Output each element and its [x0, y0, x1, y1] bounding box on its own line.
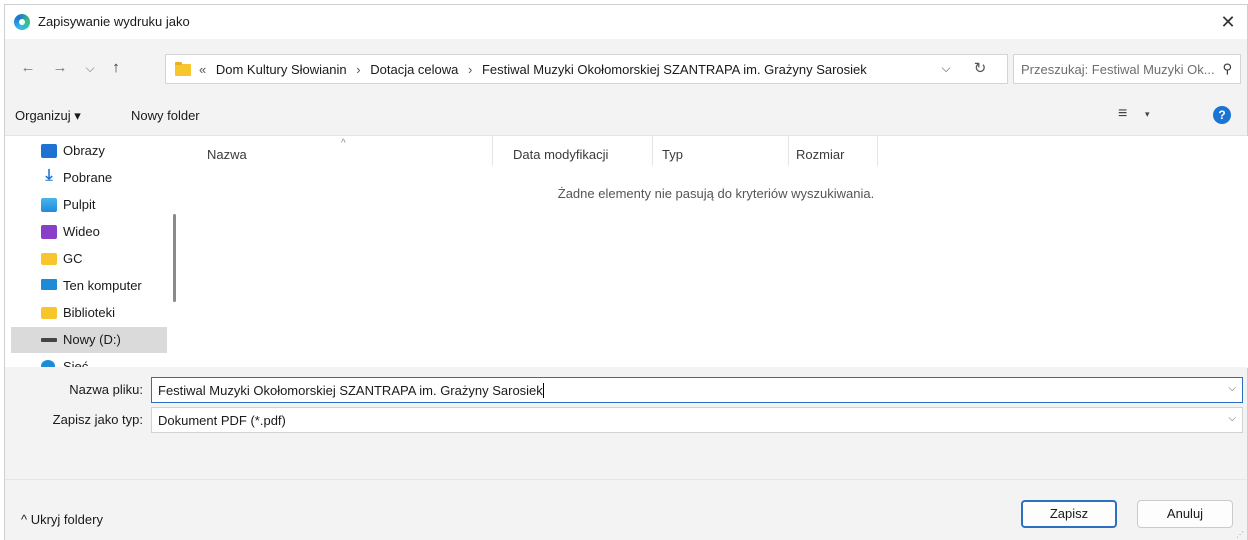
folder-icon [175, 62, 191, 76]
content-area: Obrazy ⤓ Pobrane Pulpit Wideo GC Ten kom… [5, 135, 1248, 368]
column-divider[interactable] [492, 136, 493, 166]
search-box[interactable]: Przeszukaj: Festiwal Muzyki Ok... ⚲ [1013, 54, 1241, 84]
sidebar-item-label: Pulpit [63, 197, 96, 212]
filetype-label: Zapisz jako typ: [52, 412, 143, 427]
folder-icon [41, 253, 57, 265]
search-input[interactable]: Przeszukaj: Festiwal Muzyki Ok... [1021, 62, 1215, 77]
save-dialog: Zapisywanie wydruku jako ✕ ← → ⌵ ↑ « Dom… [4, 4, 1248, 540]
filename-label: Nazwa pliku: [69, 382, 143, 397]
sidebar-item-label: Biblioteki [63, 305, 116, 320]
breadcrumb: « Dom Kultury Słowianin › Dotacja celowa… [199, 62, 873, 77]
sidebar-item-label: Pobrane [63, 170, 113, 185]
filename-value-wrap: Festiwal Muzyki Okołomorskiej SZANTRAPA … [158, 383, 544, 398]
new-folder-button[interactable]: Nowy folder [131, 108, 200, 123]
up-arrow-icon[interactable]: ↑ [105, 57, 127, 79]
computer-icon [41, 279, 57, 290]
sidebar-item-label: Nowy (D:) [63, 332, 121, 347]
breadcrumb-item[interactable]: Dotacja celowa [370, 62, 458, 77]
column-divider[interactable] [788, 136, 789, 166]
save-form: Nazwa pliku: Festiwal Muzyki Okołomorski… [5, 367, 1247, 479]
organize-button[interactable]: Organizuj ▾ [15, 108, 81, 124]
column-divider[interactable] [877, 136, 878, 166]
sidebar-item-pulpit[interactable]: Pulpit [11, 192, 167, 218]
window-title: Zapisywanie wydruku jako [38, 14, 190, 29]
filetype-value: Dokument PDF (*.pdf) [158, 413, 286, 428]
back-arrow-icon[interactable]: ← [17, 57, 39, 79]
sidebar-item-obrazy[interactable]: Obrazy [11, 138, 167, 164]
help-icon[interactable]: ? [1213, 106, 1231, 124]
empty-state-message: Żadne elementy nie pasują do kryteriów w… [557, 186, 875, 201]
video-icon [41, 225, 57, 239]
navigation-pane[interactable]: Obrazy ⤓ Pobrane Pulpit Wideo GC Ten kom… [5, 136, 183, 368]
chevron-right-icon[interactable]: › [468, 62, 472, 77]
edge-icon [14, 14, 30, 30]
save-button[interactable]: Zapisz [1021, 500, 1117, 528]
chevron-down-icon[interactable]: ⌵ [1228, 383, 1236, 394]
chevron-down-icon[interactable]: ⌵ [938, 61, 954, 76]
sidebar-item-label: Ten komputer [63, 278, 142, 293]
breadcrumb-item[interactable]: Dom Kultury Słowianin [216, 62, 347, 77]
file-list[interactable]: Nazwa ^ Data modyfikacji Typ Rozmiar Żad… [183, 136, 1248, 368]
breadcrumb-item[interactable]: Festiwal Muzyki Okołomorskiej SZANTRAPA … [482, 62, 867, 77]
hide-folders-button[interactable]: ^ Ukryj foldery [21, 512, 103, 527]
search-icon[interactable]: ⚲ [1222, 61, 1232, 77]
toolbar: Organizuj ▾ Nowy folder ≡ ▾ ? [5, 99, 1247, 135]
download-icon: ⤓ [45, 167, 53, 184]
column-header-size[interactable]: Rozmiar [796, 147, 844, 162]
dialog-footer: ^ Ukryj foldery Zapisz Anuluj ⋰ [5, 479, 1247, 540]
sidebar-item-siec[interactable]: Sieć [11, 354, 167, 368]
column-header-name[interactable]: Nazwa [207, 147, 247, 162]
sidebar-item-label: GC [63, 251, 83, 266]
view-dropdown-icon[interactable]: ▾ [1145, 109, 1150, 120]
overflow-crumb[interactable]: « [199, 62, 206, 77]
libraries-icon [41, 307, 57, 319]
column-header-date[interactable]: Data modyfikacji [513, 147, 608, 162]
view-options-icon[interactable]: ≡ [1118, 105, 1127, 123]
filename-value: Festiwal Muzyki Okołomorskiej SZANTRAPA … [158, 383, 543, 398]
title-bar: Zapisywanie wydruku jako ✕ [5, 5, 1247, 39]
recent-locations-icon[interactable]: ⌵ [79, 57, 101, 79]
forward-arrow-icon[interactable]: → [49, 57, 71, 79]
drive-icon [41, 338, 57, 342]
pictures-icon [41, 144, 57, 158]
cancel-button[interactable]: Anuluj [1137, 500, 1233, 528]
refresh-icon[interactable]: ↻ [971, 59, 989, 77]
sidebar-item-pobrane[interactable]: ⤓ Pobrane [11, 165, 167, 191]
column-header-type[interactable]: Typ [662, 147, 683, 162]
sidebar-item-label: Wideo [63, 224, 100, 239]
close-icon[interactable]: ✕ [1217, 11, 1239, 33]
filetype-select[interactable]: Dokument PDF (*.pdf) ⌵ [151, 407, 1243, 433]
resize-grip-icon[interactable]: ⋰ [1236, 530, 1244, 539]
text-caret [542, 383, 544, 398]
chevron-right-icon[interactable]: › [356, 62, 360, 77]
filename-field[interactable]: Festiwal Muzyki Okołomorskiej SZANTRAPA … [151, 377, 1243, 403]
column-divider[interactable] [652, 136, 653, 166]
sidebar-item-nowy-d[interactable]: Nowy (D:) [11, 327, 167, 353]
address-bar[interactable]: « Dom Kultury Słowianin › Dotacja celowa… [165, 54, 1008, 84]
sidebar-item-wideo[interactable]: Wideo [11, 219, 167, 245]
desktop-icon [41, 198, 57, 212]
sort-ascending-icon: ^ [341, 138, 346, 149]
sidebar-item-gc[interactable]: GC [11, 246, 167, 272]
sidebar-item-biblioteki[interactable]: Biblioteki [11, 300, 167, 326]
sidebar-item-ten-komputer[interactable]: Ten komputer [11, 273, 167, 299]
sidebar-item-label: Obrazy [63, 143, 105, 158]
sidebar-scrollbar[interactable] [173, 214, 176, 302]
chevron-down-icon[interactable]: ⌵ [1228, 413, 1236, 424]
navigation-bar: ← → ⌵ ↑ « Dom Kultury Słowianin › Dotacj… [5, 39, 1247, 99]
